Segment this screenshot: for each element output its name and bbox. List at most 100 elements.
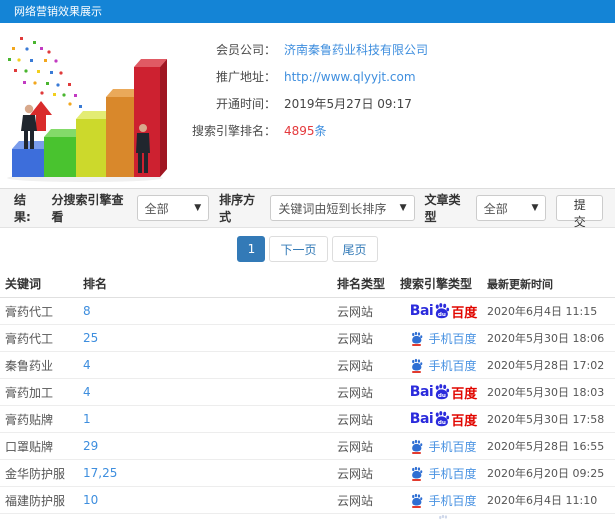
col-rank: 排名 bbox=[83, 277, 108, 291]
rank-link[interactable]: 17,25 bbox=[83, 466, 117, 480]
chevron-down-icon: ▼ bbox=[531, 203, 539, 213]
rank-type-cell: 云网站 bbox=[337, 358, 374, 373]
baidu-paw-icon bbox=[412, 358, 423, 370]
table-row: 膏药代工 25 云网站 手机百度 2020年5月30日 18:06 bbox=[0, 325, 615, 352]
member-info: 会员公司： 济南秦鲁药业科技有限公司 推广地址： http://www.qlyy… bbox=[180, 28, 428, 188]
rank-link[interactable]: 4 bbox=[83, 358, 91, 372]
paw-underline bbox=[412, 343, 422, 346]
rank-type-cell: 云网站 bbox=[337, 439, 374, 454]
svg-text:du: du bbox=[438, 392, 446, 398]
company-label: 会员公司： bbox=[215, 43, 276, 57]
sort-select-value: 关键词由短到长排序 bbox=[278, 201, 387, 216]
baidu-pc-logo: Bai du 百度 bbox=[409, 410, 478, 429]
open-time-label: 开通时间： bbox=[215, 97, 276, 111]
col-keyword: 关键词 bbox=[5, 277, 42, 291]
baidu-mobile-logo: 手机百度 bbox=[410, 357, 477, 374]
paw-underline bbox=[412, 505, 422, 508]
rank-count-suffix: 条 bbox=[314, 124, 327, 138]
pagination: 1 下一页 尾页 bbox=[0, 228, 615, 270]
sort-filter-label: 排序方式 bbox=[219, 193, 256, 224]
updated-cell: 2020年5月30日 18:03 bbox=[487, 386, 605, 399]
field-url: 推广地址： http://www.qlyyjt.com bbox=[180, 63, 428, 90]
rank-link[interactable]: 25 bbox=[83, 331, 98, 345]
col-updated: 最新更新时间 bbox=[487, 277, 553, 291]
last-page-button[interactable]: 尾页 bbox=[331, 236, 378, 262]
rank-type-cell: 云网站 bbox=[337, 304, 374, 319]
engine-filter-label: 分搜索引擎查看 bbox=[51, 193, 124, 224]
page-title: 网络营销效果展示 bbox=[14, 5, 102, 18]
next-page-button[interactable]: 下一页 bbox=[269, 236, 328, 262]
keyword-cell: 金华防护服 bbox=[5, 466, 66, 481]
table-row: 秦鲁药业 4 云网站 手机百度 2020年5月28日 17:02 bbox=[0, 352, 615, 379]
rank-type-cell: 云网站 bbox=[337, 385, 374, 400]
table-row: 膏药贴牌 1 云网站 Bai du 百度 2020年5月30日 17:58 bbox=[0, 406, 615, 433]
baidu-paw-icon: du bbox=[435, 410, 450, 426]
info-section: 会员公司： 济南秦鲁药业科技有限公司 推广地址： http://www.qlyy… bbox=[0, 23, 615, 188]
keyword-cell: 福建防护服 bbox=[5, 493, 66, 508]
updated-cell: 2020年6月20日 09:25 bbox=[487, 467, 605, 480]
rank-link[interactable]: 4 bbox=[83, 385, 91, 399]
table-row: 口罩贴牌 29 云网站 手机百度 2020年5月28日 16:55 bbox=[0, 433, 615, 460]
submit-button[interactable]: 提交 bbox=[556, 195, 604, 229]
baidu-pc-logo: Bai du 百度 bbox=[409, 383, 478, 402]
table-header: 关键词 排名 排名类型 搜索引擎类型 最新更新时间 bbox=[0, 270, 615, 298]
rank-type-cell: 云网站 bbox=[337, 412, 374, 427]
baidu-mobile-logo: 手机百度 bbox=[410, 465, 477, 482]
bar-chart-illustration bbox=[0, 31, 175, 183]
rank-type-cell: 云网站 bbox=[337, 466, 374, 481]
updated-cell: 2020年6月4日 11:10 bbox=[487, 494, 598, 507]
rank-count-value: 4895 bbox=[284, 123, 315, 138]
col-engine-type: 搜索引擎类型 bbox=[400, 277, 473, 291]
updated-cell: 2020年5月30日 18:06 bbox=[487, 332, 605, 345]
rank-link[interactable]: 8 bbox=[83, 304, 91, 318]
table-row-partial bbox=[0, 514, 615, 520]
url-label: 推广地址： bbox=[215, 70, 276, 84]
field-open-time: 开通时间： 2019年5月27日 09:17 bbox=[180, 90, 428, 117]
page: 网络营销效果展示 会员公司： 济南秦鲁药业科技有限公司 推广地址： http:/… bbox=[0, 0, 615, 520]
table-row: 膏药代工 8 云网站 Bai du 百度 2020年6月4日 11:15 bbox=[0, 298, 615, 325]
article-type-select[interactable]: 全部 ▼ bbox=[475, 195, 547, 221]
svg-text:du: du bbox=[438, 419, 446, 425]
rank-link[interactable]: 10 bbox=[83, 493, 98, 507]
baidu-pc-logo: Bai du 百度 bbox=[409, 302, 478, 321]
open-time-value: 2019年5月27日 09:17 bbox=[284, 97, 412, 111]
field-company: 会员公司： 济南秦鲁药业科技有限公司 bbox=[180, 36, 428, 63]
ranking-table: 关键词 排名 排名类型 搜索引擎类型 最新更新时间 膏药代工 8 云网站 Bai… bbox=[0, 270, 615, 520]
page-1-button[interactable]: 1 bbox=[237, 236, 266, 262]
paw-underline bbox=[412, 451, 422, 454]
bar-chart-illustration-svg bbox=[7, 37, 167, 182]
svg-text:du: du bbox=[438, 311, 446, 317]
baidu-paw-icon bbox=[412, 439, 423, 451]
rank-link[interactable]: 29 bbox=[83, 439, 98, 453]
table-row: 福建防护服 10 云网站 手机百度 2020年6月4日 11:10 bbox=[0, 487, 615, 514]
article-type-label: 文章类型 bbox=[424, 193, 461, 224]
filter-bar: 结果: 分搜索引擎查看 全部 ▼ 排序方式 关键词由短到长排序 ▼ 文章类型 全… bbox=[0, 188, 615, 229]
rank-link[interactable]: 1 bbox=[83, 412, 91, 426]
rank-count-label: 搜索引擎排名： bbox=[191, 124, 276, 138]
baidu-paw-icon bbox=[412, 493, 423, 505]
keyword-cell: 秦鲁药业 bbox=[5, 358, 54, 373]
engine-select[interactable]: 全部 ▼ bbox=[136, 195, 210, 221]
filter-group: 分搜索引擎查看 全部 ▼ 排序方式 关键词由短到长排序 ▼ 文章类型 全部 ▼ … bbox=[42, 191, 604, 229]
table-row: 膏药加工 4 云网站 Bai du 百度 2020年5月30日 18:03 bbox=[0, 379, 615, 406]
company-link[interactable]: 济南秦鲁药业科技有限公司 bbox=[284, 41, 428, 58]
chevron-down-icon: ▼ bbox=[194, 203, 202, 213]
keyword-cell: 膏药代工 bbox=[5, 304, 54, 319]
rank-type-cell: 云网站 bbox=[337, 493, 374, 508]
baidu-paw-icon bbox=[412, 466, 423, 478]
baidu-paw-icon: du bbox=[435, 383, 450, 399]
table-row: 金华防护服 17,25 云网站 手机百度 2020年6月20日 09:25 bbox=[0, 460, 615, 487]
sort-select[interactable]: 关键词由短到长排序 ▼ bbox=[270, 195, 415, 221]
updated-cell: 2020年5月28日 17:02 bbox=[487, 359, 605, 372]
promo-url-link[interactable]: http://www.qlyyjt.com bbox=[284, 70, 416, 84]
titlebar: 网络营销效果展示 bbox=[0, 0, 615, 23]
baidu-paw-icon bbox=[439, 514, 448, 520]
keyword-cell: 口罩贴牌 bbox=[5, 439, 54, 454]
keyword-cell: 膏药贴牌 bbox=[5, 412, 54, 427]
baidu-mobile-logo: 手机百度 bbox=[410, 330, 477, 347]
col-rank-type: 排名类型 bbox=[337, 277, 386, 291]
baidu-mobile-logo: 手机百度 bbox=[410, 438, 477, 455]
chevron-down-icon: ▼ bbox=[399, 203, 407, 213]
result-label: 结果: bbox=[14, 193, 31, 224]
updated-cell: 2020年5月28日 16:55 bbox=[487, 440, 605, 453]
